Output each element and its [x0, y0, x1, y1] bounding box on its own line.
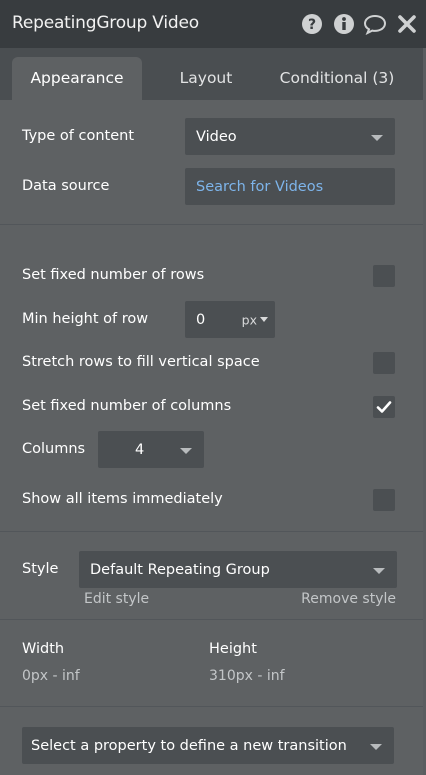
transition-placeholder: Select a property to define a new transi… — [31, 737, 347, 754]
svg-text:?: ? — [308, 17, 316, 33]
info-icon[interactable] — [333, 13, 355, 35]
panel-title: RepeatingGroup Video — [12, 13, 199, 33]
columns-value: 4 — [135, 441, 145, 458]
remove-style-link[interactable]: Remove style — [301, 591, 396, 607]
chevron-down-icon — [180, 447, 192, 454]
checkmark-icon — [376, 401, 392, 413]
show-all-checkbox[interactable] — [373, 489, 395, 511]
divider — [0, 706, 426, 707]
tab-appearance[interactable]: Appearance — [12, 57, 142, 100]
divider — [0, 531, 426, 532]
min-height-input[interactable]: 0 px — [185, 301, 275, 338]
fixed-columns-checkbox[interactable] — [373, 396, 395, 418]
chevron-down-icon — [371, 134, 383, 141]
chevron-down-icon — [260, 316, 268, 322]
type-of-content-value: Video — [196, 128, 237, 145]
data-source-field[interactable]: Search for Videos — [185, 168, 395, 205]
type-of-content-label: Type of content — [22, 128, 135, 144]
unit-selector[interactable]: px — [242, 312, 257, 327]
tab-bar: Appearance Layout Conditional (3) — [0, 48, 426, 100]
data-source-value[interactable]: Search for Videos — [196, 179, 323, 195]
height-value: 310px - inf — [209, 668, 285, 684]
close-icon[interactable] — [396, 13, 418, 35]
tab-layout[interactable]: Layout — [160, 57, 252, 100]
show-all-label: Show all items immediately — [22, 491, 223, 507]
style-dropdown[interactable]: Default Repeating Group — [79, 551, 397, 588]
panel-header: RepeatingGroup Video ? — [0, 0, 426, 48]
height-label: Height — [209, 641, 257, 657]
style-value: Default Repeating Group — [90, 561, 270, 578]
help-icon[interactable]: ? — [301, 13, 323, 35]
columns-dropdown[interactable]: 4 — [98, 431, 204, 468]
chevron-down-icon — [370, 743, 382, 750]
style-label: Style — [22, 561, 59, 577]
edit-style-link[interactable]: Edit style — [84, 591, 149, 607]
columns-label: Columns — [22, 441, 86, 457]
type-of-content-dropdown[interactable]: Video — [185, 118, 395, 155]
tab-conditional[interactable]: Conditional (3) — [272, 57, 402, 100]
stretch-rows-checkbox[interactable] — [373, 352, 395, 374]
width-label: Width — [22, 641, 65, 657]
fixed-rows-label: Set fixed number of rows — [22, 267, 205, 283]
fixed-columns-label: Set fixed number of columns — [22, 398, 232, 414]
data-source-label: Data source — [22, 178, 110, 194]
min-height-value: 0 — [196, 311, 206, 328]
comment-icon[interactable] — [363, 13, 387, 35]
width-value: 0px - inf — [22, 668, 80, 684]
transition-dropdown[interactable]: Select a property to define a new transi… — [22, 727, 394, 764]
stretch-rows-label: Stretch rows to fill vertical space — [22, 354, 260, 370]
divider — [0, 224, 426, 225]
fixed-rows-checkbox[interactable] — [373, 265, 395, 287]
divider — [0, 619, 426, 620]
chevron-down-icon — [373, 567, 385, 574]
min-height-label: Min height of row — [22, 311, 149, 327]
